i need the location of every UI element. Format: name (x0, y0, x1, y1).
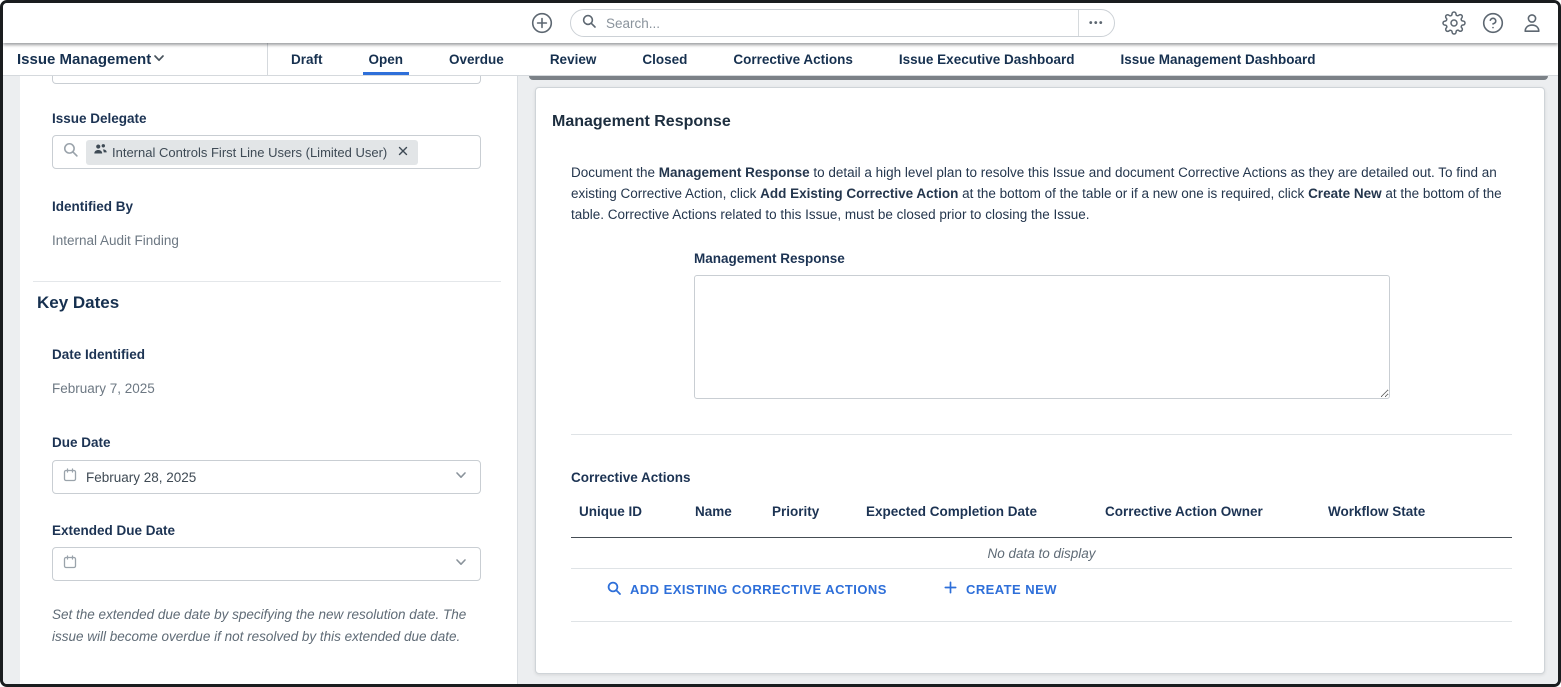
scrolled-content-edge (529, 76, 1548, 80)
identified-by-label: Identified By (52, 199, 133, 214)
create-new-label: CREATE NEW (966, 582, 1057, 597)
add-existing-label: ADD EXISTING CORRECTIVE ACTIONS (630, 582, 887, 597)
extended-due-date-select[interactable] (52, 547, 481, 581)
global-search: ••• (570, 9, 1115, 37)
ellipsis-icon: ••• (1089, 18, 1104, 29)
management-response-card: Management Response Document the Managem… (535, 87, 1545, 674)
issue-delegate-tag-label: Internal Controls First Line Users (Limi… (112, 145, 387, 160)
search-icon (62, 141, 79, 163)
tab-corrective-actions[interactable]: Corrective Actions (710, 43, 876, 75)
column-header-expected-completion-date: Expected Completion Date (866, 504, 1037, 519)
table-header-divider (571, 537, 1512, 538)
add-existing-corrective-actions-button[interactable]: ADD EXISTING CORRECTIVE ACTIONS (600, 579, 893, 600)
gear-icon (1442, 23, 1466, 38)
issue-details-panel: Issue Delegate Internal Cont (20, 75, 518, 684)
column-header-priority: Priority (772, 504, 819, 519)
due-date-value: February 28, 2025 (86, 470, 196, 485)
application-menu-button[interactable]: Issue Management (3, 43, 267, 75)
user-profile-button[interactable] (1520, 11, 1544, 35)
tab-draft[interactable]: Draft (268, 43, 346, 75)
user-icon (1520, 23, 1544, 38)
tab-review[interactable]: Review (527, 43, 620, 75)
date-identified-label: Date Identified (52, 347, 145, 362)
calendar-icon (62, 467, 78, 488)
scrolled-field-edge (52, 75, 481, 84)
corrective-actions-table-header: Unique ID Name Priority Expected Complet… (536, 504, 1544, 524)
issue-delegate-input[interactable]: Internal Controls First Line Users (Limi… (52, 135, 481, 169)
extended-due-date-label: Extended Due Date (52, 523, 175, 538)
search-icon (581, 13, 597, 34)
navigation-bar: Issue Management Draft Open Overdue Revi… (3, 43, 1558, 76)
key-dates-heading: Key Dates (37, 293, 119, 313)
user-group-icon (93, 142, 108, 162)
issue-delegate-label: Issue Delegate (52, 111, 147, 126)
help-button[interactable] (1481, 11, 1505, 35)
search-options-button[interactable]: ••• (1078, 10, 1114, 36)
tab-issue-executive-dashboard[interactable]: Issue Executive Dashboard (876, 43, 1098, 75)
table-row-divider (571, 568, 1512, 569)
tab-closed[interactable]: Closed (619, 43, 710, 75)
due-date-select[interactable]: February 28, 2025 (52, 460, 481, 494)
help-icon (1481, 23, 1505, 38)
management-response-textarea[interactable] (694, 275, 1390, 399)
quick-add-button[interactable] (530, 11, 554, 35)
top-bar: ••• (3, 3, 1558, 43)
app-window: ••• (0, 0, 1561, 687)
top-right-actions (1442, 11, 1544, 35)
settings-button[interactable] (1442, 11, 1466, 35)
extended-due-date-helper: Set the extended due date by specifying … (52, 604, 482, 647)
date-identified-value: February 7, 2025 (52, 381, 155, 396)
table-empty-message: No data to display (571, 546, 1512, 561)
tab-overdue[interactable]: Overdue (426, 43, 527, 75)
remove-delegate-button[interactable] (395, 145, 411, 160)
issue-delegate-tag: Internal Controls First Line Users (Limi… (86, 140, 418, 165)
section-heading: Management Response (552, 113, 731, 131)
plus-icon (943, 580, 958, 598)
section-description: Document the Management Response to deta… (571, 162, 1512, 225)
table-footer-divider (571, 621, 1512, 622)
tab-open[interactable]: Open (346, 43, 427, 75)
identified-by-value: Internal Audit Finding (52, 233, 179, 248)
calendar-icon (62, 554, 78, 575)
column-header-unique-id: Unique ID (579, 504, 642, 519)
tab-bar: Draft Open Overdue Review Closed Correct… (268, 43, 1339, 75)
column-header-workflow-state: Workflow State (1328, 504, 1425, 519)
content-area: Issue Delegate Internal Cont (3, 75, 1558, 684)
chevron-down-icon (453, 467, 469, 488)
chevron-down-icon (151, 50, 167, 69)
close-icon (397, 145, 409, 160)
create-new-button[interactable]: CREATE NEW (937, 579, 1063, 599)
chevron-down-icon (453, 554, 469, 575)
application-title: Issue Management (17, 51, 151, 68)
global-search-input[interactable] (604, 15, 1078, 32)
divider (571, 434, 1512, 435)
search-icon (606, 580, 622, 599)
plus-circle-icon (530, 23, 554, 38)
column-header-corrective-action-owner: Corrective Action Owner (1105, 504, 1263, 519)
tab-issue-management-dashboard[interactable]: Issue Management Dashboard (1097, 43, 1338, 75)
column-header-name: Name (695, 504, 732, 519)
corrective-actions-label: Corrective Actions (571, 470, 691, 485)
management-response-label: Management Response (694, 251, 845, 266)
section-divider (33, 281, 501, 282)
due-date-label: Due Date (52, 435, 111, 450)
